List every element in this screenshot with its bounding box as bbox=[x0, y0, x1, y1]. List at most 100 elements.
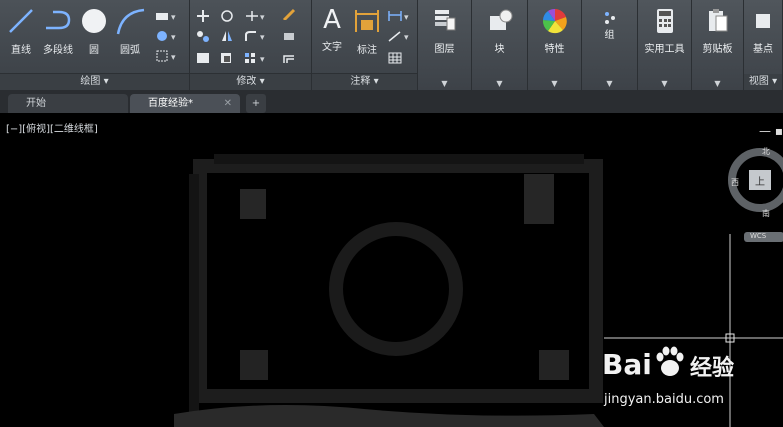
watermark-url: jingyan.baidu.com bbox=[604, 392, 724, 407]
polyline-tool-button[interactable]: 多段线 bbox=[38, 6, 78, 56]
close-icon[interactable]: ✕ bbox=[224, 94, 232, 113]
svg-text:▾: ▾ bbox=[171, 13, 176, 22]
rotate-icon[interactable] bbox=[220, 10, 234, 22]
line-tool-label: 直线 bbox=[11, 45, 31, 56]
autocad-window: 直线 多段线 圆 圆弧 ▾ ▾ ▾ 绘图 ▾ ▾ ▾ ▾ 修改 ▾ A 文字 标… bbox=[0, 0, 783, 427]
block-dropdown-arrow[interactable]: ▼ bbox=[472, 79, 527, 88]
groups-label: 组 bbox=[604, 30, 615, 41]
utilities-dropdown-arrow[interactable]: ▼ bbox=[638, 79, 691, 88]
offset-icon[interactable] bbox=[282, 52, 296, 64]
baidu-jingyan-watermark: Bai 经验 jingyan.baidu.com bbox=[602, 340, 777, 414]
rectangle-icon[interactable]: ▾ bbox=[155, 10, 179, 22]
scribble-shape bbox=[174, 405, 604, 427]
svg-text:▾: ▾ bbox=[260, 55, 265, 64]
view-group-title[interactable]: 视图 ▾ bbox=[744, 74, 782, 90]
linear-dimension-icon[interactable]: ▾ bbox=[388, 10, 414, 22]
dimension-icon bbox=[355, 10, 379, 32]
new-tab-button[interactable]: + bbox=[246, 94, 266, 113]
tab-document[interactable]: 百度经验* ✕ bbox=[130, 94, 240, 113]
annotation-group-title[interactable]: 注释 ▾ bbox=[312, 73, 417, 90]
wcs-label[interactable]: WCS bbox=[750, 232, 766, 240]
watermark-brand-cn: 经验 bbox=[690, 356, 735, 381]
color-wheel-icon bbox=[542, 8, 567, 34]
array-icon[interactable]: ▾ bbox=[244, 52, 268, 64]
layers-label: 图层 bbox=[434, 44, 455, 55]
line-tool-button[interactable]: 直线 bbox=[4, 6, 38, 56]
svg-text:▾: ▾ bbox=[171, 33, 176, 42]
table-icon[interactable] bbox=[388, 52, 402, 64]
explode-icon[interactable] bbox=[282, 30, 296, 42]
modify-group: ▾ ▾ ▾ 修改 ▾ bbox=[190, 0, 312, 90]
ribbon: 直线 多段线 圆 圆弧 ▾ ▾ ▾ 绘图 ▾ ▾ ▾ ▾ 修改 ▾ A 文字 标… bbox=[0, 0, 783, 91]
modify-group-title[interactable]: 修改 ▾ bbox=[190, 73, 311, 90]
move-icon[interactable] bbox=[196, 10, 210, 22]
utilities-panel-button[interactable]: 实用工具 ▼ bbox=[638, 0, 692, 90]
compass-north[interactable]: 北 bbox=[762, 146, 770, 157]
svg-text:▾: ▾ bbox=[404, 33, 409, 42]
draw-group-title[interactable]: 绘图 ▾ bbox=[0, 73, 189, 90]
groups-panel-button[interactable]: 组 ▼ bbox=[582, 0, 638, 90]
circle-tool-button[interactable]: 圆 bbox=[79, 6, 109, 56]
clipboard-icon bbox=[708, 9, 727, 32]
leader-icon[interactable]: ▾ bbox=[388, 30, 414, 42]
groups-dropdown-arrow[interactable]: ▼ bbox=[582, 79, 637, 88]
left-edge bbox=[0, 114, 4, 427]
drawing-corner-mark-bl bbox=[240, 350, 268, 380]
region-icon[interactable]: ▾ bbox=[155, 50, 179, 62]
polyline-icon bbox=[46, 10, 71, 30]
line-icon bbox=[9, 9, 33, 33]
svg-text:▾: ▾ bbox=[404, 13, 409, 22]
hatch-icon[interactable]: ▾ bbox=[155, 30, 179, 42]
drawing-top-edge bbox=[214, 154, 584, 164]
layers-dropdown-arrow[interactable]: ▼ bbox=[418, 79, 471, 88]
document-tab-bar: 开始 百度经验* ✕ + bbox=[0, 91, 783, 113]
stretch-icon[interactable] bbox=[196, 52, 210, 64]
scale-icon[interactable] bbox=[220, 52, 234, 64]
text-tool-button[interactable]: A 文字 bbox=[316, 4, 348, 53]
viewcube-top-label[interactable]: 上 bbox=[755, 173, 765, 188]
paw-logo-icon bbox=[656, 346, 684, 376]
trim-icon[interactable]: ▾ bbox=[244, 10, 268, 22]
properties-label: 特性 bbox=[544, 44, 565, 55]
copy-icon[interactable] bbox=[196, 30, 210, 42]
tab-document-label: 百度经验* bbox=[148, 98, 193, 109]
layers-icon bbox=[434, 10, 455, 31]
drawing-corner-mark-tr bbox=[524, 174, 554, 224]
basepoint-icon[interactable] bbox=[752, 8, 774, 34]
drawing-canvas[interactable]: [−][俯视][二维线框] — ▪ 北 西 上 南 WCS Bai 经验 jin… bbox=[4, 114, 783, 427]
svg-text:▾: ▾ bbox=[260, 33, 265, 42]
properties-dropdown-arrow[interactable]: ▼ bbox=[528, 79, 581, 88]
polyline-tool-label: 多段线 bbox=[43, 45, 73, 56]
mirror-icon[interactable] bbox=[220, 30, 234, 42]
viewcube[interactable] bbox=[726, 142, 783, 242]
view-panel: 基点 视图 ▾ bbox=[744, 0, 783, 90]
clipboard-panel-button[interactable]: 剪贴板 ▼ bbox=[692, 0, 744, 90]
arc-tool-label: 圆弧 bbox=[120, 45, 140, 56]
text-tool-label: 文字 bbox=[322, 42, 342, 53]
drawing-left-edge bbox=[189, 174, 199, 414]
block-panel-button[interactable]: 块 ▼ bbox=[472, 0, 528, 90]
dimension-tool-button[interactable]: 标注 bbox=[350, 6, 384, 56]
block-label: 块 bbox=[494, 44, 505, 55]
annotation-group: A 文字 标注 ▾ ▾ 注释 ▾ bbox=[312, 0, 418, 90]
compass-west[interactable]: 西 bbox=[731, 177, 739, 188]
watermark-brand: Bai bbox=[602, 348, 652, 381]
layers-panel-button[interactable]: 图层 ▼ bbox=[418, 0, 472, 90]
svg-text:▾: ▾ bbox=[260, 13, 265, 22]
compass-south[interactable]: 南 bbox=[762, 208, 770, 219]
clipboard-dropdown-arrow[interactable]: ▼ bbox=[692, 79, 743, 88]
arc-tool-button[interactable]: 圆弧 bbox=[113, 6, 147, 56]
drawing-circle bbox=[329, 222, 463, 356]
properties-panel-button[interactable]: 特性 ▼ bbox=[528, 0, 582, 90]
calculator-icon bbox=[656, 9, 673, 33]
utilities-label: 实用工具 bbox=[644, 44, 685, 55]
dimension-tool-label: 标注 bbox=[357, 45, 377, 56]
viewport-window-controls[interactable]: — ▪ bbox=[759, 124, 783, 138]
svg-text:▾: ▾ bbox=[171, 53, 176, 62]
circle-icon bbox=[82, 9, 106, 33]
basepoint-label[interactable]: 基点 bbox=[744, 40, 782, 55]
fillet-icon[interactable]: ▾ bbox=[244, 30, 268, 42]
tab-start[interactable]: 开始 bbox=[8, 94, 128, 113]
erase-icon[interactable] bbox=[282, 8, 296, 20]
arc-icon bbox=[116, 8, 145, 35]
